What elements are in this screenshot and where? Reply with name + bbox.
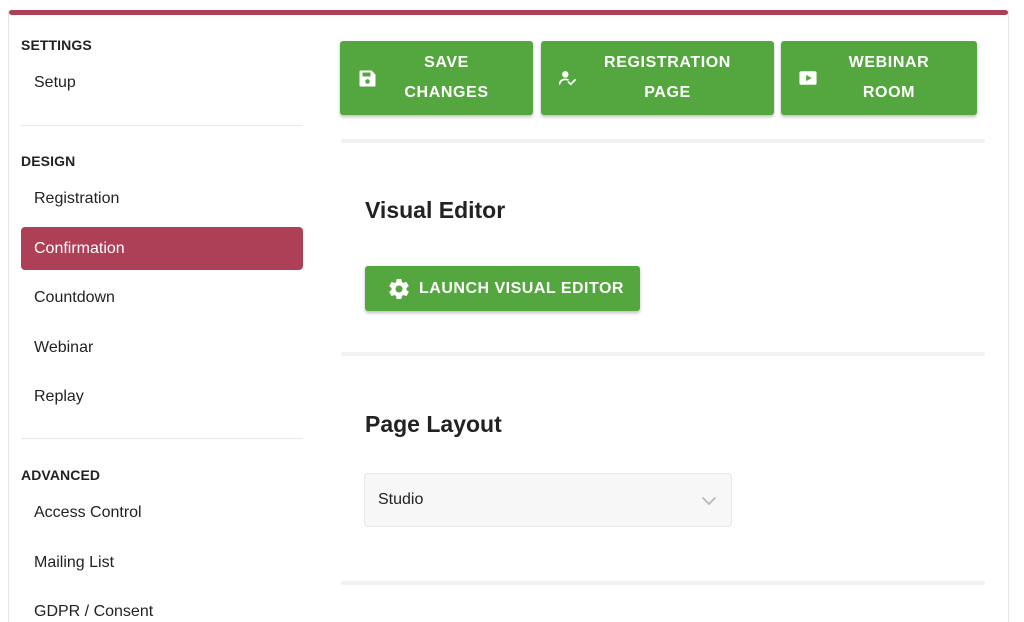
sidebar-item-webinar[interactable]: Webinar <box>21 326 303 369</box>
sidebar-item-mailing-list[interactable]: Mailing List <box>21 541 303 584</box>
sidebar-item-confirmation[interactable]: Confirmation <box>21 227 303 270</box>
launch-visual-editor-button[interactable]: LAUNCH VISUAL EDITOR <box>365 266 640 311</box>
sidebar-item-access-control[interactable]: Access Control <box>21 491 303 534</box>
page-layout-heading: Page Layout <box>365 411 502 437</box>
app-frame: SETTINGS Setup DESIGN Registration Confi… <box>8 10 1009 622</box>
registration-button-line2: PAGE <box>644 84 691 101</box>
sidebar-item-gdpr-consent[interactable]: GDPR / Consent <box>21 590 303 622</box>
sidebar-item-replay[interactable]: Replay <box>21 375 303 418</box>
page-layout-select[interactable]: Studio <box>364 473 732 527</box>
registration-button-line1: REGISTRATION <box>604 54 731 71</box>
webinar-button-line2: ROOM <box>862 84 916 101</box>
section-heading-advanced: ADVANCED <box>21 467 101 483</box>
play-icon <box>799 69 817 87</box>
page-layout-selected-value: Studio <box>378 491 424 508</box>
section-heading-settings: SETTINGS <box>21 37 92 53</box>
sidebar: SETTINGS Setup DESIGN Registration Confi… <box>9 15 311 622</box>
section-heading-design: DESIGN <box>21 153 76 169</box>
registration-page-button[interactable]: REGISTRATION PAGE <box>541 41 774 115</box>
content-separator <box>341 139 985 143</box>
visual-editor-heading: Visual Editor <box>365 197 506 223</box>
save-button-line1: SAVE <box>424 54 469 71</box>
sidebar-item-setup[interactable]: Setup <box>21 61 303 104</box>
content-separator <box>341 581 985 585</box>
launch-visual-editor-label: LAUNCH VISUAL EDITOR <box>419 279 624 297</box>
webinar-room-button[interactable]: WEBINAR ROOM <box>781 41 977 115</box>
chevron-down-icon <box>701 493 717 509</box>
sidebar-divider <box>21 438 303 439</box>
sidebar-divider <box>21 125 303 126</box>
gear-icon <box>387 277 411 301</box>
save-button-line2: CHANGES <box>404 84 489 101</box>
sidebar-item-countdown[interactable]: Countdown <box>21 276 303 319</box>
content-separator <box>341 352 985 356</box>
sidebar-item-registration[interactable]: Registration <box>21 177 303 220</box>
user-check-icon <box>559 69 577 87</box>
save-changes-button[interactable]: SAVE CHANGES <box>340 41 533 115</box>
webinar-button-line1: WEBINAR <box>848 54 930 71</box>
floppy-disk-icon <box>358 69 376 87</box>
